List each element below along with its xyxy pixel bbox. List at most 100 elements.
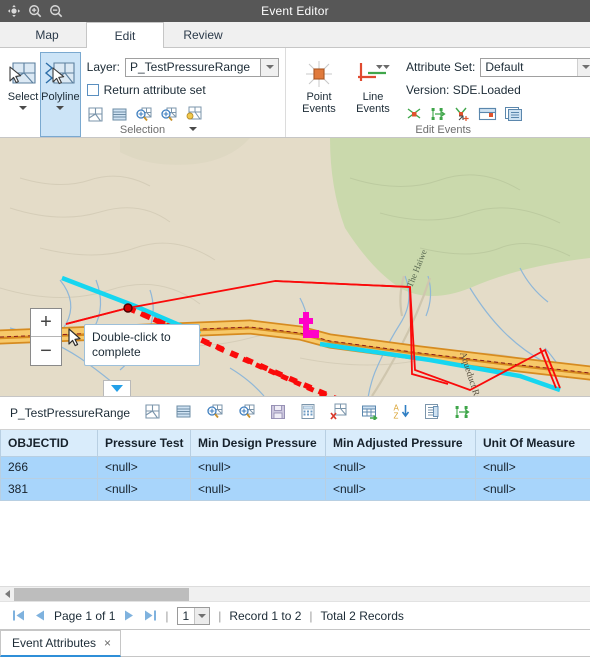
- pager-separator-2: |: [218, 609, 221, 623]
- first-page-icon[interactable]: [12, 609, 26, 622]
- edit-events-small-icons: [406, 103, 590, 125]
- cell-unit-of-measure[interactable]: <null>: [476, 456, 590, 478]
- tab-event-attributes[interactable]: Event Attributes ×: [0, 630, 121, 657]
- sort-ascending-icon[interactable]: A Z: [393, 403, 410, 423]
- pan-to-selection-icon[interactable]: [160, 106, 178, 126]
- field-properties-icon[interactable]: [424, 403, 440, 423]
- table-horizontal-scrollbar[interactable]: [0, 586, 590, 601]
- previous-page-icon[interactable]: [34, 609, 46, 622]
- tab-edit[interactable]: Edit: [86, 22, 164, 48]
- collapse-chevron-icon: [111, 385, 123, 392]
- attribute-set-arrow[interactable]: [577, 59, 590, 76]
- pan-to-selected-icon[interactable]: [238, 403, 256, 423]
- ribbon-group-selection: Select Polyline Layer: P_TestPressureRan…: [0, 48, 285, 137]
- cell-pressure-test[interactable]: <null>: [98, 456, 191, 478]
- total-records-label: Total 2 Records: [321, 609, 404, 623]
- reassign-event-icon[interactable]: [454, 106, 471, 125]
- page-size-arrow[interactable]: [194, 608, 209, 624]
- version-label: Version: SDE.Loaded: [406, 83, 521, 97]
- polyline-dropdown-caret[interactable]: [56, 106, 64, 110]
- attribute-table: OBJECTID Pressure Test Min Design Pressu…: [0, 430, 590, 501]
- cell-objectid[interactable]: 381: [1, 478, 98, 500]
- layer-select-arrow[interactable]: [261, 58, 279, 77]
- column-header-pressure-test[interactable]: Pressure Test: [98, 430, 191, 456]
- point-events-icon: [303, 57, 335, 91]
- cell-pressure-test[interactable]: <null>: [98, 478, 191, 500]
- cell-min-design-pressure[interactable]: <null>: [191, 456, 326, 478]
- clear-selection-icon[interactable]: [87, 106, 104, 126]
- table-toolbar: P_TestPressureRange: [0, 397, 590, 429]
- map-canvas[interactable]: Aqueduct Rd The Haiwe + − Double-click t…: [0, 138, 590, 396]
- page-size-value: 1: [178, 609, 195, 623]
- list-selection-icon[interactable]: [111, 106, 128, 126]
- zoom-to-selection-icon[interactable]: [135, 106, 153, 126]
- clear-selection-icon[interactable]: [144, 403, 161, 423]
- attribute-set-value: Default: [481, 60, 577, 74]
- selection-options-icon[interactable]: [185, 106, 202, 124]
- record-range-label: Record 1 to 2: [229, 609, 301, 623]
- column-header-min-adjusted-pressure[interactable]: Min Adjusted Pressure: [326, 430, 476, 456]
- return-attribute-set-checkbox[interactable]: [87, 84, 99, 96]
- edit-events-group-label: Edit Events: [286, 124, 590, 136]
- ribbon: Select Polyline Layer: P_TestPressureRan…: [0, 48, 590, 138]
- add-row-icon[interactable]: [361, 404, 379, 423]
- table-row[interactable]: 266 <null> <null> <null> <null>: [1, 456, 590, 478]
- point-events-label-1: Point: [306, 91, 331, 103]
- zoom-to-selected-icon[interactable]: [206, 403, 224, 423]
- scrollbar-thumb[interactable]: [14, 588, 189, 601]
- titlebar-icon-group: [0, 4, 63, 18]
- layer-label: Layer:: [87, 60, 120, 74]
- delete-selected-icon[interactable]: [330, 403, 347, 423]
- cell-unit-of-measure[interactable]: <null>: [476, 478, 590, 500]
- table-row[interactable]: 381 <null> <null> <null> <null>: [1, 478, 590, 500]
- page-indicator-label: Page 1 of 1: [54, 609, 115, 623]
- attribute-grid[interactable]: OBJECTID Pressure Test Min Design Pressu…: [0, 429, 590, 586]
- select-features-icon: [7, 57, 39, 91]
- table-header-row: OBJECTID Pressure Test Min Design Pressu…: [1, 430, 590, 456]
- select-dropdown-caret[interactable]: [19, 106, 27, 110]
- tab-map[interactable]: Map: [8, 22, 86, 47]
- line-events-label-2: Events: [356, 103, 390, 115]
- zoom-in-icon[interactable]: [28, 4, 42, 18]
- pager-separator-1: |: [165, 609, 168, 623]
- save-icon[interactable]: [270, 404, 286, 423]
- map-zoom-in-button[interactable]: +: [31, 309, 61, 337]
- tab-review[interactable]: Review: [164, 22, 242, 47]
- close-icon[interactable]: ×: [104, 636, 111, 650]
- point-events-label-2: Events: [302, 103, 336, 115]
- attribute-set-select[interactable]: Default: [480, 58, 590, 77]
- layer-select[interactable]: P_TestPressureRange: [125, 58, 261, 77]
- pan-icon[interactable]: [7, 4, 21, 18]
- column-header-unit-of-measure[interactable]: Unit Of Measure: [476, 430, 590, 456]
- last-page-icon[interactable]: [143, 609, 157, 622]
- select-button-label: Select: [8, 91, 39, 103]
- retire-event-icon[interactable]: [406, 106, 423, 125]
- pager-separator-3: |: [309, 609, 312, 623]
- list-fields-icon[interactable]: [175, 403, 192, 423]
- map-collapse-button[interactable]: [103, 380, 131, 396]
- map-zoom-out-button[interactable]: −: [31, 337, 61, 365]
- cell-objectid[interactable]: 266: [1, 456, 98, 478]
- calculator-icon[interactable]: [300, 403, 316, 423]
- page-size-select[interactable]: 1: [177, 607, 211, 625]
- measure-icon[interactable]: [454, 404, 471, 423]
- cell-min-design-pressure[interactable]: <null>: [191, 478, 326, 500]
- attribute-set-row: Attribute Set: Default: [406, 57, 590, 77]
- line-events-label-1: Line: [363, 91, 384, 103]
- next-page-icon[interactable]: [123, 609, 135, 622]
- copy-event-icon[interactable]: [504, 106, 523, 125]
- merge-event-icon[interactable]: [478, 106, 497, 125]
- version-row: Version: SDE.Loaded: [406, 80, 590, 100]
- scroll-left-button[interactable]: [0, 587, 14, 602]
- title-bar: Event Editor: [0, 0, 590, 22]
- cell-min-adjusted-pressure[interactable]: <null>: [326, 456, 476, 478]
- polyline-select-icon: [44, 57, 76, 91]
- zoom-out-icon[interactable]: [49, 4, 63, 18]
- record-pager: Page 1 of 1 | 1 | Record 1 to 2 | Total …: [0, 601, 590, 629]
- column-header-objectid[interactable]: OBJECTID: [1, 430, 98, 456]
- return-attribute-set-row[interactable]: Return attribute set: [87, 80, 279, 100]
- extend-event-icon[interactable]: [430, 106, 447, 125]
- column-header-min-design-pressure[interactable]: Min Design Pressure: [191, 430, 326, 456]
- map-zoom-control: + −: [30, 308, 62, 366]
- cell-min-adjusted-pressure[interactable]: <null>: [326, 478, 476, 500]
